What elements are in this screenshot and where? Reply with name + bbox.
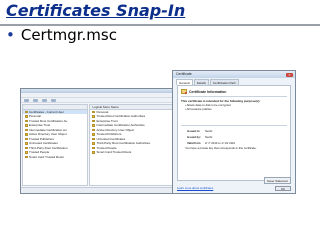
cert-info-header: Certificate Information bbox=[181, 89, 287, 94]
divider bbox=[181, 96, 287, 97]
bullet-dot-icon: • bbox=[6, 26, 15, 44]
folder-icon bbox=[92, 137, 96, 140]
dialog-tabs: General Details Certification Path bbox=[173, 78, 295, 85]
certificate-icon bbox=[181, 89, 187, 94]
tree-item-smart-card[interactable]: Smart Card Trusted Roots bbox=[23, 155, 87, 160]
folder-icon bbox=[25, 137, 28, 140]
mmc-list-pane: Logical Store Name Personal Trusted Root… bbox=[89, 104, 173, 186]
list-item[interactable]: Smart Card Trusted Roots bbox=[90, 150, 172, 155]
mmc-tree-pane: Certificates - Current User Personal Tru… bbox=[22, 104, 89, 186]
general-panel: Certificate Information This certificate… bbox=[177, 85, 291, 181]
certificate-store-icon bbox=[25, 110, 28, 113]
folder-icon bbox=[92, 124, 96, 127]
folder-icon bbox=[92, 128, 96, 131]
folder-icon bbox=[25, 151, 28, 154]
private-key-note: You have a private key that corresponds … bbox=[185, 146, 257, 150]
folder-icon bbox=[25, 133, 28, 136]
folder-icon bbox=[92, 119, 96, 122]
folder-icon bbox=[25, 146, 28, 149]
mmc-status-bar bbox=[21, 187, 174, 193]
folder-icon bbox=[92, 115, 96, 118]
folder-icon bbox=[25, 115, 28, 118]
cert-info-title: Certificate Information bbox=[189, 89, 227, 94]
folder-icon bbox=[25, 142, 28, 145]
up-icon[interactable] bbox=[42, 98, 47, 102]
folder-icon bbox=[25, 119, 28, 122]
folder-icon bbox=[92, 133, 96, 136]
folder-icon bbox=[92, 146, 96, 149]
folder-icon bbox=[25, 128, 28, 131]
back-icon[interactable] bbox=[24, 98, 29, 102]
bullet-text: Certmgr.msc bbox=[20, 26, 117, 44]
forward-icon[interactable] bbox=[33, 98, 38, 102]
divider bbox=[181, 125, 287, 126]
slide-title: Certificates Snap-In bbox=[6, 1, 186, 20]
close-icon[interactable]: ✕ bbox=[286, 72, 293, 77]
refresh-icon[interactable] bbox=[51, 98, 56, 102]
dialog-title-bar: Certificate ✕ bbox=[173, 71, 295, 78]
bullet-item: • Certmgr.msc bbox=[6, 26, 117, 44]
folder-icon bbox=[92, 110, 96, 113]
folder-icon bbox=[92, 151, 96, 154]
list-item-label: Smart Card Trusted Roots bbox=[96, 150, 132, 154]
learn-more-link[interactable]: Learn more about certificates bbox=[177, 186, 213, 190]
folder-icon bbox=[25, 155, 28, 158]
mmc-window: Certificates - Current User Personal Tru… bbox=[20, 88, 175, 194]
folder-icon bbox=[25, 124, 28, 127]
issuer-statement-button[interactable]: Issuer Statement bbox=[263, 177, 291, 184]
folder-icon bbox=[92, 142, 96, 145]
tree-item-label: Smart Card Trusted Roots bbox=[29, 154, 64, 159]
mmc-toolbar bbox=[21, 98, 174, 103]
dialog-title: Certificate bbox=[176, 72, 192, 76]
mmc-body: Certificates - Current User Personal Tru… bbox=[22, 104, 173, 186]
certificate-dialog: Certificate ✕ General Details Certificat… bbox=[172, 70, 296, 194]
ok-button[interactable]: OK bbox=[275, 186, 291, 191]
